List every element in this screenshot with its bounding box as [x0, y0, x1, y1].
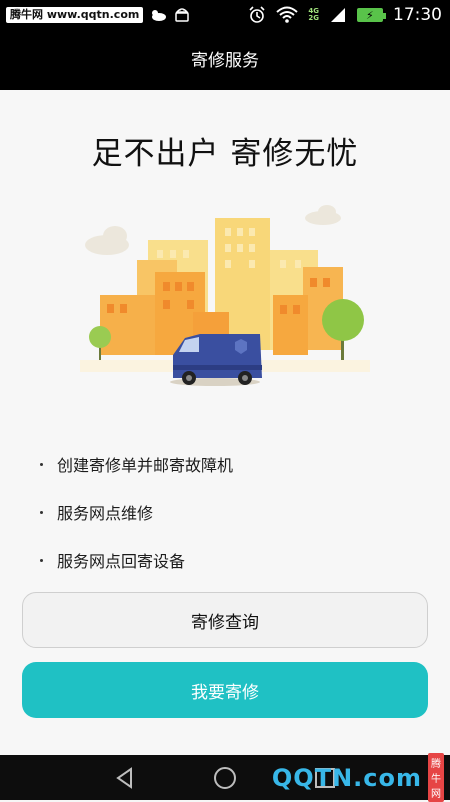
feature-label: 创建寄修单并邮寄故障机 [57, 456, 234, 475]
city-van-illustration [80, 205, 370, 386]
home-icon[interactable] [212, 765, 238, 791]
wifi-icon [276, 6, 299, 23]
hero-title: 足不出户 寄修无忧 [91, 136, 359, 172]
watermark-logo-text: QQTN.com [271, 763, 422, 792]
battery-icon: ⚡ [357, 8, 386, 22]
feature-item: 服务网点维修 [40, 488, 233, 536]
navigation-bar: QQTN.com 腾牛网 [0, 753, 450, 802]
status-bar: 腾牛网 www.qqtn.com 4G 2G ⚡ 17:30 [0, 0, 450, 32]
feature-item: 创建寄修单并邮寄故障机 [40, 440, 233, 488]
feature-label: 服务网点回寄设备 [57, 552, 186, 571]
status-time: 17:30 [393, 5, 442, 25]
status-left: 腾牛网 www.qqtn.com [6, 6, 191, 24]
android-icon [175, 8, 190, 22]
feature-list: 创建寄修单并邮寄故障机 服务网点维修 服务网点回寄设备 [40, 440, 233, 584]
bullet-icon [40, 558, 43, 562]
status-right: 4G 2G ⚡ 17:30 [248, 5, 442, 25]
signal-icon [331, 8, 345, 22]
watermark-logo: QQTN.com 腾牛网 [271, 753, 450, 802]
charging-icon: ⚡ [366, 9, 374, 22]
back-icon[interactable] [112, 765, 138, 791]
alarm-icon [249, 6, 265, 23]
weather-icon [152, 10, 167, 21]
page-title: 寄修服务 [191, 51, 259, 71]
cloud-right-icon [305, 205, 341, 225]
title-bar: 寄修服务 [0, 32, 450, 90]
feature-item: 服务网点回寄设备 [40, 536, 233, 584]
request-repair-button[interactable]: 我要寄修 [22, 662, 428, 718]
main-content: 足不出户 寄修无忧 创建寄修单并邮寄故障机 服务网点维修 服务网点回寄设备 寄修… [0, 90, 450, 755]
bullet-icon [40, 462, 43, 466]
feature-label: 服务网点维修 [57, 504, 154, 523]
tree-right-icon [322, 299, 364, 370]
delivery-van-icon [170, 334, 262, 386]
repair-query-button[interactable]: 寄修查询 [22, 592, 428, 648]
watermark-logo-badge: 腾牛网 [428, 753, 444, 802]
watermark-badge: 腾牛网 www.qqtn.com [6, 7, 144, 23]
cloud-left-icon [85, 226, 129, 255]
network-bottom-label: 2G [308, 14, 319, 22]
network-indicator: 4G 2G [308, 8, 319, 22]
bullet-icon [40, 510, 43, 514]
